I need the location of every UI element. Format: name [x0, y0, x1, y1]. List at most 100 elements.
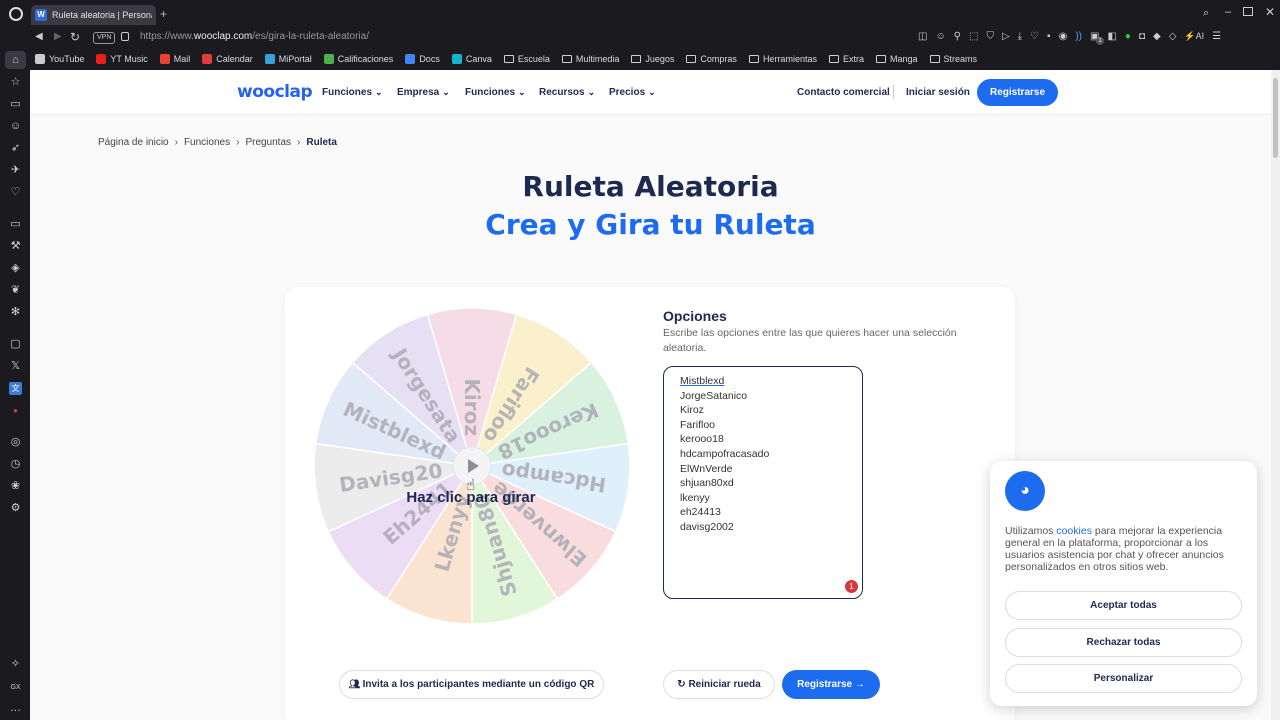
ai-icon[interactable]: ⚡AI [1184, 31, 1204, 42]
extension-icon[interactable]: ❀ [9, 480, 22, 493]
shield-icon[interactable]: ⛉ [986, 31, 994, 42]
extension-icon[interactable]: ❦ [9, 284, 22, 297]
bookmark-escuela[interactable]: Escuela [503, 54, 550, 64]
twitch-icon[interactable]: ▢ [9, 338, 22, 351]
bookmark-label: Compras [700, 53, 737, 64]
accept-all-button[interactable]: Aceptar todas [1005, 591, 1242, 620]
options-textarea[interactable]: Mistblexd JorgeSatanico Kiroz Farifloo keroo… [663, 366, 863, 599]
wifi-icon[interactable]: )) [1075, 31, 1082, 42]
page-title: Ruleta Aleatoria [522, 170, 779, 203]
option-item: hdcampofracasado [680, 447, 770, 460]
whatsapp-icon[interactable]: ◎ [9, 436, 22, 449]
clock-icon[interactable]: ◷ [9, 458, 22, 471]
wooclap-logo[interactable]: wooclap [237, 82, 313, 102]
extension-icon[interactable]: ⚒ [9, 240, 22, 253]
register-cta-button[interactable]: Registrarse → [782, 670, 880, 699]
extension-icon[interactable]: ◆ [1153, 31, 1161, 42]
extension-icon[interactable]: ▣ 1 [1090, 31, 1104, 45]
browser-tab[interactable]: W Ruleta aleatoria | Personal [31, 5, 156, 25]
bookmark-manga[interactable]: Manga [875, 54, 918, 64]
nav-funciones-2[interactable]: Funciones [465, 87, 526, 98]
login-link[interactable]: Iniciar sesión [906, 87, 970, 98]
camera-icon[interactable]: ◘ [1139, 31, 1145, 42]
x-icon[interactable]: 𝕏 [9, 360, 22, 373]
emoji-icon[interactable]: ☺ [935, 31, 945, 42]
star-icon[interactable]: ☆ [9, 76, 22, 89]
snapshot-icon[interactable]: ◫ [918, 31, 927, 42]
new-tab-button[interactable]: + [160, 7, 167, 21]
twitch-icon[interactable]: ▭ [9, 218, 22, 231]
bookmark-yt-music[interactable]: YT Music [96, 53, 148, 64]
crop-icon[interactable]: ⬚ [969, 31, 978, 42]
gamepad-icon[interactable]: ▭ [9, 98, 22, 111]
page-scrollbar[interactable] [1271, 70, 1280, 720]
translate-icon[interactable]: 文 [9, 382, 22, 395]
scrollbar-thumb[interactable] [1273, 78, 1278, 158]
breadcrumb-home[interactable]: Página de inicio [98, 137, 169, 148]
opera-logo-icon[interactable] [9, 7, 23, 21]
spin-wheel[interactable]: KirozFariflooKerooo18HdcampoElwnverdeShj… [312, 306, 632, 626]
extension-icon[interactable]: ▪ [1047, 31, 1051, 42]
bookmark-streams[interactable]: Streams [929, 54, 977, 64]
bookmark-mail[interactable]: Mail [159, 53, 190, 64]
register-button[interactable]: Registrarse [977, 79, 1058, 106]
heart-icon[interactable]: ♡ [9, 186, 22, 199]
search-tabs-icon[interactable]: ⌕ [1203, 7, 1209, 20]
play-icon[interactable]: ▷ [1002, 31, 1010, 42]
reload-icon[interactable]: ↻ [70, 30, 80, 44]
gx-label[interactable]: GX [9, 681, 22, 694]
breadcrumb-funciones[interactable]: Funciones [184, 137, 230, 148]
bookmark-canva[interactable]: Canva [451, 53, 492, 64]
vpn-badge[interactable]: VPN [93, 32, 116, 44]
home-icon[interactable]: ⌂ [5, 51, 26, 69]
bookmark-miportal[interactable]: MiPortal [264, 53, 312, 64]
bookmark-calendar[interactable]: Calendar [202, 53, 253, 64]
heart-icon[interactable]: ♡ [1030, 31, 1039, 42]
bookmark-juegos[interactable]: Juegos [631, 54, 674, 64]
forward-icon[interactable]: ▶ [54, 31, 62, 42]
extension-icon[interactable]: ◧ [1107, 31, 1116, 42]
contact-sales-link[interactable]: Contacto comercial [797, 87, 890, 98]
extension-icon[interactable]: ● [1125, 31, 1131, 42]
plane-icon[interactable]: ✈ [9, 164, 22, 177]
bookmark-label: YouTube [49, 53, 85, 64]
bookmark-docs[interactable]: Docs [405, 53, 440, 64]
reset-wheel-button[interactable]: ↻ Reiniciar rueda [663, 670, 775, 699]
extension-icon[interactable]: ● [9, 404, 22, 417]
bookmark-youtube[interactable]: YouTube [35, 53, 85, 64]
bookmark-herramientas[interactable]: Herramientas [748, 54, 817, 64]
more-icon[interactable]: … [9, 702, 22, 715]
reject-all-button[interactable]: Rechazar todas [1005, 628, 1242, 657]
cookie-text: Utilizamos cookies para mejorar la exper… [1005, 525, 1245, 573]
option-item: kerooo18 [680, 433, 724, 446]
close-window-icon[interactable]: ✕ [1265, 5, 1275, 19]
nav-funciones[interactable]: Funciones [322, 87, 383, 98]
browser-tab-bar: W Ruleta aleatoria | Personal + ⌕ – ✕ [0, 0, 1280, 28]
minimize-icon[interactable]: – [1225, 6, 1231, 18]
extension-icon[interactable]: ◉ [1059, 31, 1068, 42]
pin-icon[interactable]: ⚲ [954, 31, 961, 42]
breadcrumb-preguntas[interactable]: Preguntas [245, 137, 291, 148]
nav-precios[interactable]: Precios [609, 87, 656, 98]
extension-icon[interactable]: ◇ [1169, 31, 1177, 42]
menu-icon[interactable]: ☰ [1212, 31, 1221, 42]
extension-icon[interactable]: ✧ [9, 658, 22, 671]
back-icon[interactable]: ◀ [35, 31, 43, 42]
restore-icon[interactable] [1243, 7, 1253, 16]
customize-button[interactable]: Personalizar [1005, 664, 1242, 693]
nav-recursos[interactable]: Recursos [539, 87, 595, 98]
bookmark-extra[interactable]: Extra [828, 54, 864, 64]
nav-empresa[interactable]: Empresa [397, 87, 450, 98]
rocket-icon[interactable]: ➶ [9, 142, 22, 155]
download-icon[interactable]: ⤓ [1018, 31, 1022, 42]
cookies-link[interactable]: cookies [1056, 525, 1092, 537]
bookmark-calificaciones[interactable]: Calificaciones [323, 53, 393, 64]
extension-icon[interactable]: ✻ [9, 306, 22, 319]
settings-icon[interactable]: ⚙ [9, 502, 22, 515]
qr-invite-button[interactable]: 👥︎ Invita a los participantes mediante u… [339, 670, 604, 699]
bookmark-multimedia[interactable]: Multimedia [561, 54, 619, 64]
smile-icon[interactable]: ☺ [9, 120, 22, 133]
extension-icon[interactable]: ◈ [9, 262, 22, 275]
url-field[interactable]: https://www.wooclap.com/es/gira-la-rulet… [140, 31, 369, 42]
bookmark-compras[interactable]: Compras [686, 54, 737, 64]
